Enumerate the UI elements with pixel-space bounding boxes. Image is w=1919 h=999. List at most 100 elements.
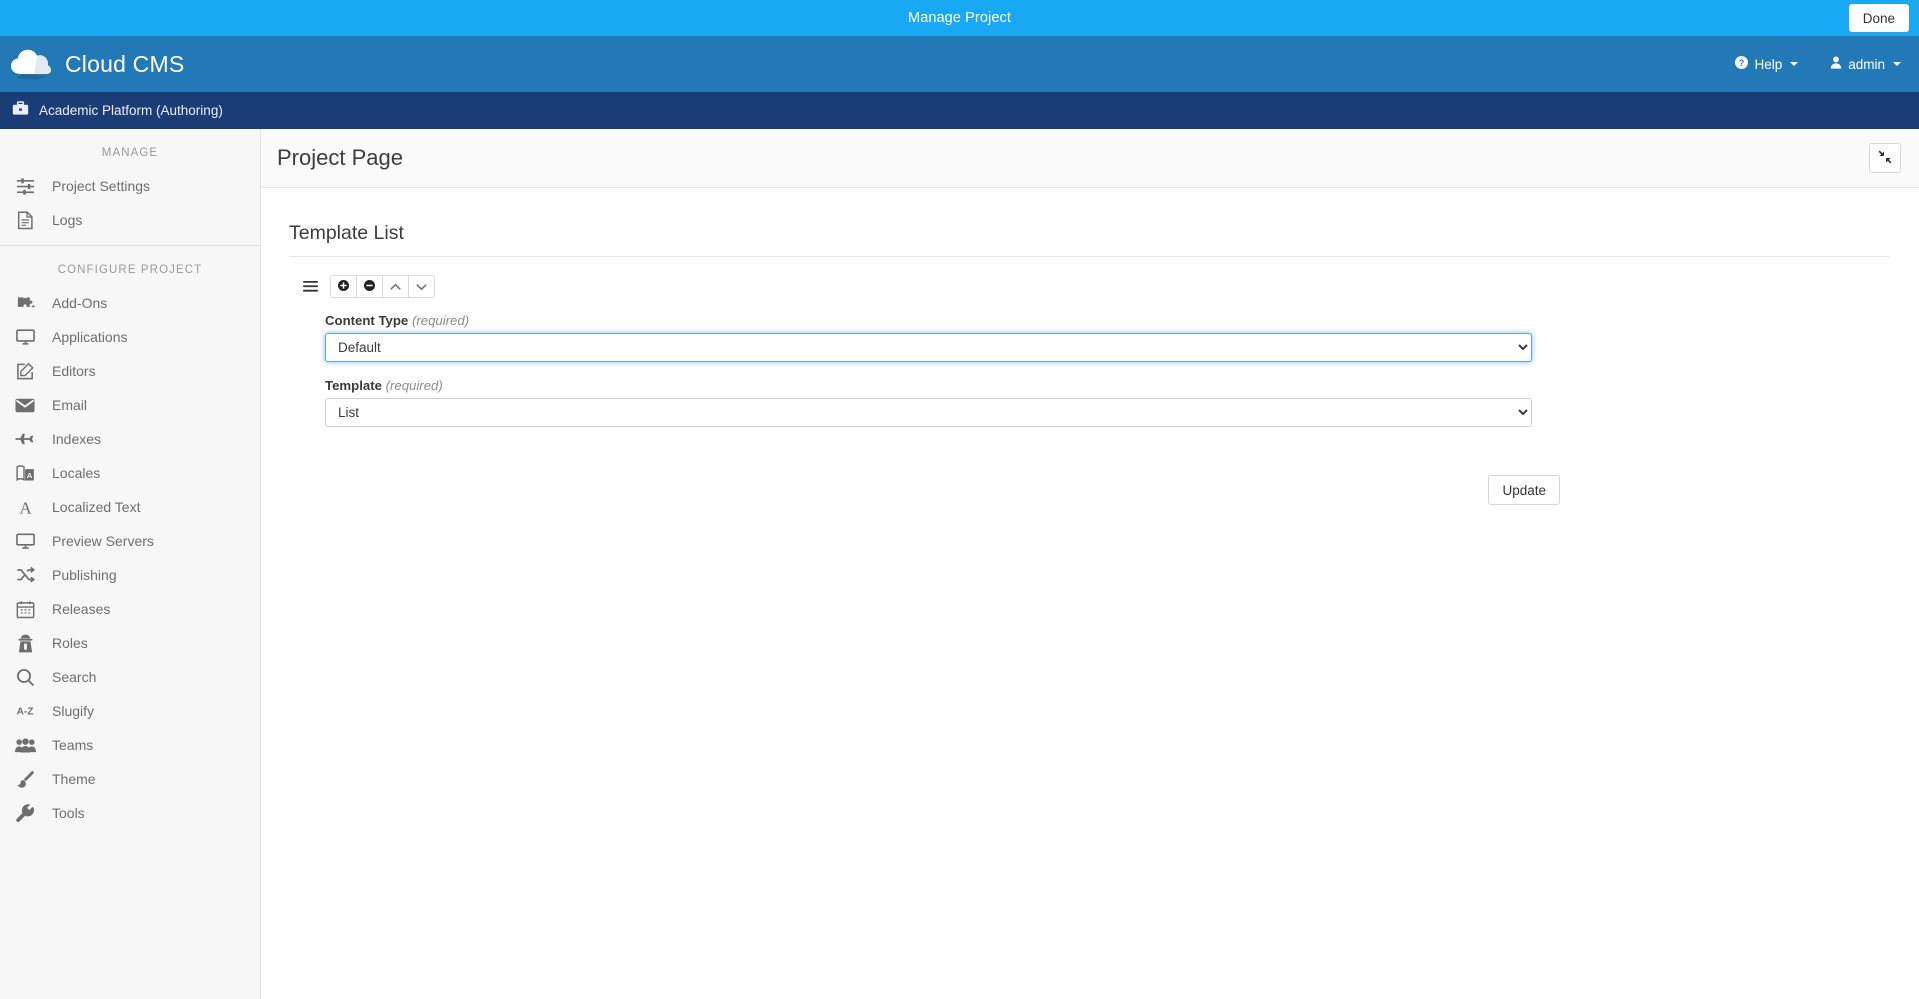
project-name: Academic Platform (Authoring) (39, 103, 223, 118)
svg-text:A: A (19, 498, 32, 516)
sidebar-item-tools[interactable]: Tools (0, 796, 260, 830)
chevron-down-icon (1790, 62, 1799, 66)
svg-text:?: ? (1739, 58, 1744, 68)
sidebar-item-label: Roles (52, 635, 88, 651)
move-up-button[interactable] (382, 275, 409, 298)
sliders-icon (14, 177, 36, 196)
sidebar-item-theme[interactable]: Theme (0, 762, 260, 796)
document-icon (14, 210, 36, 230)
calendar-icon (14, 600, 36, 619)
user-label: admin (1848, 56, 1885, 72)
sidebar-item-locales[interactable]: A Locales (0, 456, 260, 490)
form-fields: Content Type (required) Default Template… (289, 298, 1919, 505)
sidebar-item-label: Indexes (52, 431, 102, 447)
template-required-note: (required) (385, 378, 443, 393)
compress-icon-button[interactable] (1869, 143, 1901, 173)
help-label: Help (1754, 56, 1783, 72)
project-breadcrumb-bar[interactable]: Academic Platform (Authoring) (0, 92, 1919, 129)
sidebar-item-label: Slugify (52, 703, 95, 719)
sidebar-item-teams[interactable]: Teams (0, 728, 260, 762)
sidebar-item-email[interactable]: Email (0, 388, 260, 422)
search-icon (14, 668, 36, 687)
sidebar-item-project-settings[interactable]: Project Settings (0, 169, 260, 203)
sidebar-item-applications[interactable]: Applications (0, 320, 260, 354)
desktop-icon (14, 328, 36, 346)
svg-text:A: A (26, 470, 32, 479)
sidebar-item-add-ons[interactable]: Add-Ons (0, 286, 260, 320)
field-template: Template (required) List (325, 378, 1919, 427)
sidebar-item-label: Add-Ons (52, 295, 108, 311)
sidebar-item-label: Logs (52, 212, 83, 228)
sidebar-item-slugify[interactable]: A-Z Slugify (0, 694, 260, 728)
cloud-icon (10, 47, 52, 81)
minus-circle-icon (364, 279, 375, 294)
sidebar-item-publishing[interactable]: Publishing (0, 558, 260, 592)
brand-home-link[interactable]: Cloud CMS (10, 47, 184, 81)
envelope-icon (14, 398, 36, 413)
sidebar-item-label: Email (52, 397, 88, 413)
chevron-down-icon (1893, 62, 1901, 66)
chevron-down-icon (416, 279, 427, 294)
manage-project-modal-bar: Manage Project Done (0, 0, 1919, 36)
sidebar-item-roles[interactable]: Roles (0, 626, 260, 660)
move-down-button[interactable] (408, 275, 435, 298)
sidebar-item-logs[interactable]: Logs (0, 203, 260, 237)
main-content: Project Page Template List Content Type … (261, 129, 1919, 999)
page-title: Project Page (277, 145, 403, 170)
compress-icon (1878, 150, 1892, 167)
update-button[interactable]: Update (1488, 475, 1560, 505)
sidebar-item-label: Preview Servers (52, 533, 154, 549)
content-type-label-text: Content Type (325, 313, 409, 328)
sidebar-item-label: Search (52, 669, 97, 685)
sidebar-item-label: Project Settings (52, 178, 151, 194)
sidebar: MANAGE Project Settings Logs CONFIGURE P… (0, 129, 261, 999)
sidebar-item-label: Publishing (52, 567, 117, 583)
svg-text:A-Z: A-Z (17, 707, 34, 718)
panel-title: Template List (289, 222, 1889, 257)
sidebar-item-search[interactable]: Search (0, 660, 260, 694)
sidebar-group-title-manage: MANAGE (101, 147, 159, 159)
remove-item-button[interactable] (356, 275, 383, 298)
wrench-icon (14, 803, 36, 823)
sidebar-item-localized-text[interactable]: A Localized Text (0, 490, 260, 524)
template-list-panel: Template List Content Type (required) De… (261, 188, 1919, 505)
brand-bar: Cloud CMS ? Help admin (0, 36, 1919, 92)
brand-name: Cloud CMS (65, 50, 185, 77)
field-content-type: Content Type (required) Default (325, 313, 1919, 362)
sidebar-item-label: Theme (52, 771, 96, 787)
users-icon (14, 737, 36, 753)
content-type-required-note: (required) (411, 313, 470, 328)
sidebar-item-preview-servers[interactable]: Preview Servers (0, 524, 260, 558)
array-item-toolbar (289, 257, 1919, 298)
done-button[interactable]: Done (1848, 4, 1909, 32)
template-select[interactable]: List (325, 398, 1532, 427)
pencil-square-icon (14, 362, 36, 381)
plus-circle-icon (338, 279, 349, 294)
content-type-label: Content Type (required) (325, 313, 1919, 328)
sidebar-item-indexes[interactable]: Indexes (0, 422, 260, 456)
form-actions: Update (325, 443, 1560, 505)
briefcase-icon (12, 100, 29, 121)
shuffle-icon (14, 566, 36, 584)
sidebar-item-releases[interactable]: Releases (0, 592, 260, 626)
plane-icon (14, 431, 36, 447)
font-icon: A (14, 498, 36, 516)
chevron-up-icon (390, 279, 401, 294)
paintbrush-icon (14, 770, 36, 789)
user-menu[interactable]: admin (1830, 56, 1901, 72)
sidebar-item-label: Tools (52, 805, 85, 821)
sidebar-item-label: Applications (52, 329, 128, 345)
array-item-button-group (330, 275, 435, 298)
sidebar-item-label: Locales (52, 465, 101, 481)
drag-handle-icon[interactable] (303, 280, 318, 293)
modal-title: Manage Project (908, 10, 1011, 26)
sidebar-item-label: Editors (52, 363, 96, 379)
question-circle-icon: ? (1735, 56, 1749, 72)
template-label-text: Template (325, 378, 382, 393)
sidebar-group-title-configure: CONFIGURE PROJECT (57, 264, 203, 276)
content-type-select[interactable]: Default (325, 333, 1532, 362)
sidebar-item-editors[interactable]: Editors (0, 354, 260, 388)
help-menu[interactable]: ? Help (1735, 56, 1799, 72)
add-item-button[interactable] (330, 275, 357, 298)
puzzle-icon (14, 294, 36, 313)
